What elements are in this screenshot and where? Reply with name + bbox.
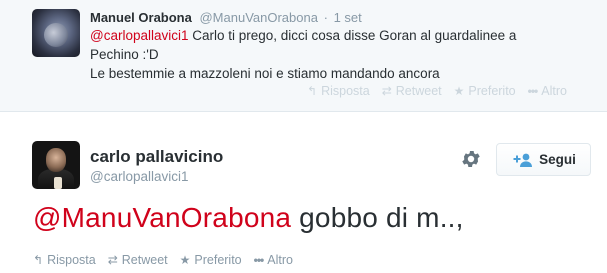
main-author-avatar[interactable] (32, 141, 80, 189)
reply-text-line-3: Le bestemmie a mazzoleni noi e stiamo ma… (90, 66, 440, 81)
ellipsis-icon: ••• (253, 253, 265, 267)
star-icon: ★ (179, 253, 191, 267)
star-icon: ★ (453, 84, 465, 98)
main-author-handle[interactable]: @carlopallavici1 (90, 169, 189, 184)
main-action-retweet-label: Retweet (121, 253, 168, 267)
reply-separator: · (323, 10, 328, 25)
reply-action-bar: ↰ Risposta ⇄ Retweet ★ Preferito ••• Altro (307, 84, 579, 98)
main-tweet-body: gobbo di m.., (291, 202, 464, 233)
reply-tweet-text: @carlopallavici1 Carlo ti prego, dicci c… (90, 26, 560, 83)
reply-arrow-icon: ↰ (33, 253, 44, 267)
reply-action-retweet[interactable]: ⇄ Retweet (382, 84, 442, 98)
ellipsis-icon: ••• (527, 84, 539, 98)
reply-timestamp[interactable]: 1 set (334, 10, 362, 25)
follow-button[interactable]: Segui (496, 143, 591, 176)
main-action-more[interactable]: ••• Altro (254, 253, 293, 267)
main-action-favorite-label: Preferito (194, 253, 242, 267)
reply-text-line-2: Pechino :'D (90, 47, 159, 62)
follow-button-label: Segui (539, 152, 576, 167)
gear-icon[interactable] (460, 148, 482, 170)
reply-tweet[interactable]: Manuel Orabona @ManuVanOrabona · 1 set @… (0, 0, 607, 112)
reply-text-line-1: Carlo ti prego, dicci cosa disse Goran a… (188, 28, 517, 43)
reply-action-more[interactable]: ••• Altro (528, 84, 567, 98)
retweet-icon: ⇄ (381, 84, 392, 98)
main-action-reply-label: Risposta (47, 253, 96, 267)
reply-header: Manuel Orabona @ManuVanOrabona · 1 set (90, 10, 362, 25)
main-tweet-text: @ManuVanOrabona gobbo di m.., (33, 202, 464, 234)
main-action-favorite[interactable]: ★ Preferito (180, 253, 242, 267)
add-user-icon (513, 153, 533, 167)
main-action-bar: ↰ Risposta ⇄ Retweet ★ Preferito ••• Altro (33, 253, 305, 267)
reply-action-retweet-label: Retweet (395, 84, 442, 98)
main-action-more-label: Altro (267, 253, 293, 267)
main-author-name[interactable]: carlo pallavicino (90, 147, 223, 167)
reply-author-handle[interactable]: @ManuVanOrabona (199, 10, 317, 25)
main-mention-link[interactable]: @ManuVanOrabona (33, 202, 291, 233)
reply-mention-link[interactable]: @carlopallavici1 (90, 28, 189, 43)
reply-author-avatar[interactable] (32, 9, 80, 57)
retweet-icon: ⇄ (107, 253, 118, 267)
reply-action-reply[interactable]: ↰ Risposta (307, 84, 370, 98)
reply-action-favorite-label: Preferito (468, 84, 516, 98)
reply-action-favorite[interactable]: ★ Preferito (454, 84, 516, 98)
reply-action-more-label: Altro (541, 84, 567, 98)
reply-author-name[interactable]: Manuel Orabona (90, 10, 192, 25)
main-action-reply[interactable]: ↰ Risposta (33, 253, 96, 267)
reply-arrow-icon: ↰ (307, 84, 318, 98)
reply-action-reply-label: Risposta (321, 84, 370, 98)
main-action-retweet[interactable]: ⇄ Retweet (108, 253, 168, 267)
